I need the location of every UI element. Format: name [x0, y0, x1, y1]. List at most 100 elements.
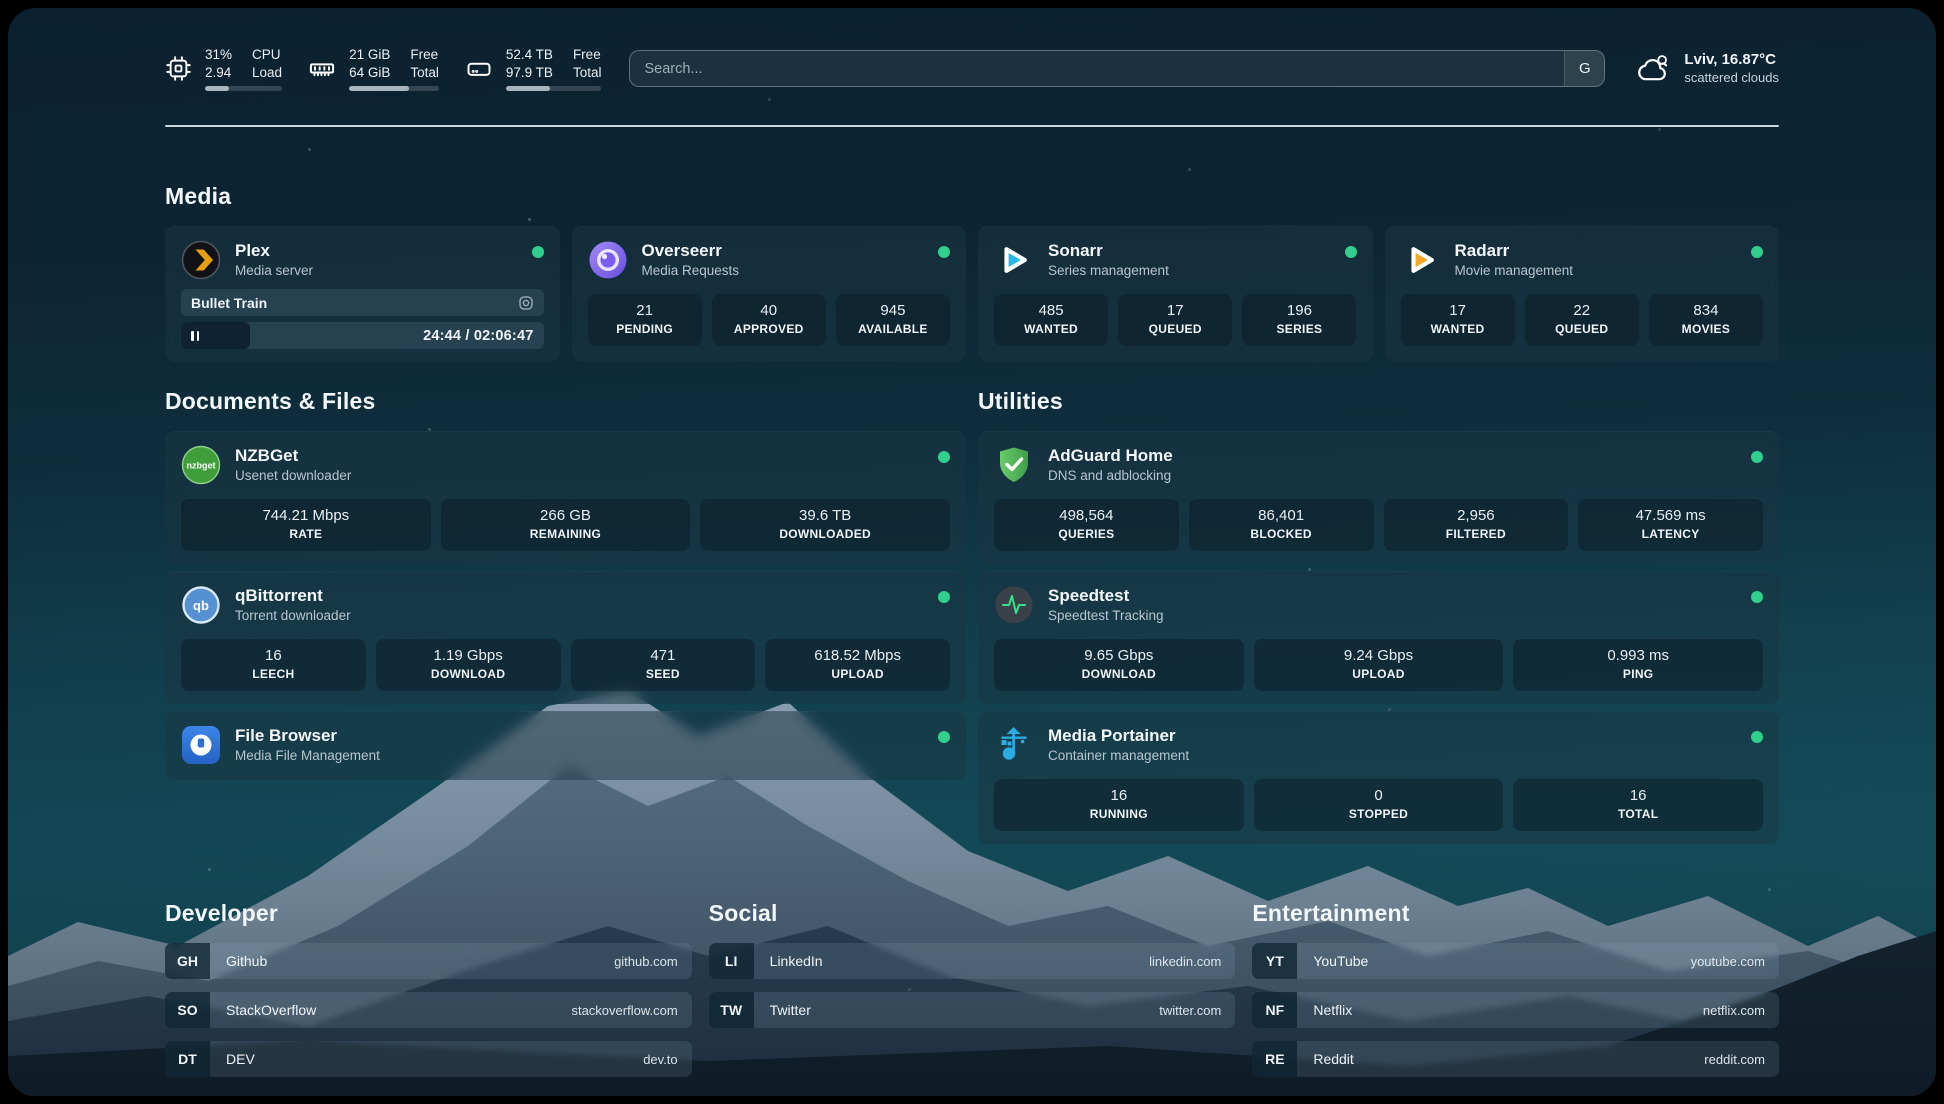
- topbar-divider: [165, 125, 1779, 127]
- stat-wanted: 17WANTED: [1401, 294, 1515, 346]
- disk-free-label: Free: [573, 46, 602, 64]
- bookmark-url: youtube.com: [1691, 943, 1779, 979]
- search-bar: G: [629, 50, 1605, 87]
- card-title: AdGuard Home: [1048, 445, 1173, 466]
- nzbget-card[interactable]: nzbget NZBGet Usenet downloader 744.21 M…: [165, 431, 966, 564]
- overseerr-card[interactable]: Overseerr Media Requests 21PENDING 40APP…: [572, 226, 967, 362]
- now-playing-title: Bullet Train: [191, 295, 267, 311]
- stat-stopped: 0STOPPED: [1254, 779, 1504, 831]
- qbittorrent-icon: qb: [181, 585, 221, 625]
- filebrowser-icon: [181, 725, 221, 765]
- card-title: File Browser: [235, 725, 380, 746]
- cpu-label: CPU: [252, 46, 282, 64]
- stat-leech: 16LEECH: [181, 639, 366, 691]
- bookmark-url: stackoverflow.com: [571, 992, 691, 1028]
- filebrowser-card[interactable]: File Browser Media File Management: [165, 711, 966, 780]
- cloud-icon: [1635, 53, 1672, 85]
- stat-blocked: 86,401BLOCKED: [1189, 499, 1374, 551]
- stat-movies: 834MOVIES: [1649, 294, 1763, 346]
- system-stats: 31% CPU 2.94 Load: [165, 46, 601, 91]
- sonarr-card[interactable]: Sonarr Series management 485WANTED 17QUE…: [978, 226, 1373, 362]
- bookmark-dev[interactable]: DT DEV dev.to: [165, 1041, 692, 1077]
- bookmark-name: DEV: [210, 1041, 255, 1077]
- bookmark-abbr: NF: [1252, 992, 1297, 1028]
- bookmark-abbr: GH: [165, 943, 210, 979]
- bookmark-abbr: LI: [709, 943, 754, 979]
- stat-running: 16RUNNING: [994, 779, 1244, 831]
- search-provider-button[interactable]: G: [1564, 51, 1604, 86]
- plex-card[interactable]: Plex Media server Bullet Train: [165, 226, 560, 362]
- weather-condition: scattered clouds: [1684, 70, 1779, 87]
- plex-now-playing: Bullet Train: [181, 289, 544, 316]
- bookmark-abbr: TW: [709, 992, 754, 1028]
- memory-total-value: 64 GiB: [349, 64, 390, 82]
- bookmark-stackoverflow[interactable]: SO StackOverflow stackoverflow.com: [165, 992, 692, 1028]
- speedtest-icon: [994, 585, 1034, 625]
- stat-rate: 744.21 MbpsRATE: [181, 499, 431, 551]
- card-desc: Series management: [1048, 263, 1169, 280]
- pause-icon: [191, 331, 199, 341]
- section-title-media: Media: [165, 183, 1779, 210]
- stat-download: 9.65 GbpsDOWNLOAD: [994, 639, 1244, 691]
- weather-location-temp: Lviv, 16.87°C: [1684, 50, 1779, 70]
- bookmark-abbr: YT: [1252, 943, 1297, 979]
- disk-icon: [465, 55, 493, 83]
- card-desc: Media Requests: [642, 263, 740, 280]
- card-title: Media Portainer: [1048, 725, 1189, 746]
- status-online-dot: [532, 246, 544, 258]
- card-desc: Speedtest Tracking: [1048, 608, 1164, 625]
- nzbget-icon: nzbget: [181, 445, 221, 485]
- card-desc: Media server: [235, 263, 313, 280]
- plex-icon: [181, 240, 221, 280]
- card-title: Overseerr: [642, 240, 740, 261]
- card-title: Speedtest: [1048, 585, 1164, 606]
- bookmark-youtube[interactable]: YT YouTube youtube.com: [1252, 943, 1779, 979]
- bookmark-github[interactable]: GH Github github.com: [165, 943, 692, 979]
- sonarr-icon: [994, 240, 1034, 280]
- bookmark-name: Github: [210, 943, 267, 979]
- card-title: Plex: [235, 240, 313, 261]
- disk-free-value: 52.4 TB: [506, 46, 553, 64]
- bookmark-name: LinkedIn: [754, 943, 823, 979]
- bookmark-name: Reddit: [1297, 1041, 1353, 1077]
- bookmark-url: netflix.com: [1703, 992, 1779, 1028]
- bookmark-name: StackOverflow: [210, 992, 316, 1028]
- disk-total-value: 97.9 TB: [506, 64, 553, 82]
- search-input[interactable]: [630, 51, 1564, 86]
- card-desc: Torrent downloader: [235, 608, 351, 625]
- section-title-documents: Documents & Files: [165, 388, 966, 415]
- status-online-dot: [938, 731, 950, 743]
- bookmark-reddit[interactable]: RE Reddit reddit.com: [1252, 1041, 1779, 1077]
- disk-total-label: Total: [573, 64, 602, 82]
- bookmark-netflix[interactable]: NF Netflix netflix.com: [1252, 992, 1779, 1028]
- bookmark-url: github.com: [614, 943, 692, 979]
- status-online-dot: [1751, 246, 1763, 258]
- disk-widget: 52.4 TB Free 97.9 TB Total: [465, 46, 602, 91]
- bookmark-linkedin[interactable]: LI LinkedIn linkedin.com: [709, 943, 1236, 979]
- bookmark-url: reddit.com: [1704, 1041, 1779, 1077]
- stat-pending: 21PENDING: [588, 294, 702, 346]
- speedtest-card[interactable]: Speedtest Speedtest Tracking 9.65 GbpsDO…: [978, 571, 1779, 704]
- bookmark-twitter[interactable]: TW Twitter twitter.com: [709, 992, 1236, 1028]
- status-online-dot: [1345, 246, 1357, 258]
- stat-approved: 40APPROVED: [712, 294, 826, 346]
- portainer-card[interactable]: Media Portainer Container management 16R…: [978, 711, 1779, 844]
- adguard-card[interactable]: AdGuard Home DNS and adblocking 498,564Q…: [978, 431, 1779, 564]
- cpu-load-label: Load: [252, 64, 282, 82]
- card-title: qBittorrent: [235, 585, 351, 606]
- cpu-widget: 31% CPU 2.94 Load: [165, 46, 282, 91]
- bookmark-abbr: SO: [165, 992, 210, 1028]
- stat-queued: 17QUEUED: [1118, 294, 1232, 346]
- stat-upload: 9.24 GbpsUPLOAD: [1254, 639, 1504, 691]
- adguard-icon: [994, 445, 1034, 485]
- now-playing-icon: [518, 295, 534, 311]
- memory-total-label: Total: [410, 64, 439, 82]
- status-online-dot: [938, 451, 950, 463]
- radarr-card[interactable]: Radarr Movie management 17WANTED 22QUEUE…: [1385, 226, 1780, 362]
- card-title: Sonarr: [1048, 240, 1169, 261]
- qbittorrent-card[interactable]: qb qBittorrent Torrent downloader 16LEEC…: [165, 571, 966, 704]
- bookmark-name: Twitter: [754, 992, 811, 1028]
- disk-progress-bar: [506, 86, 602, 91]
- status-online-dot: [1751, 731, 1763, 743]
- memory-free-value: 21 GiB: [349, 46, 390, 64]
